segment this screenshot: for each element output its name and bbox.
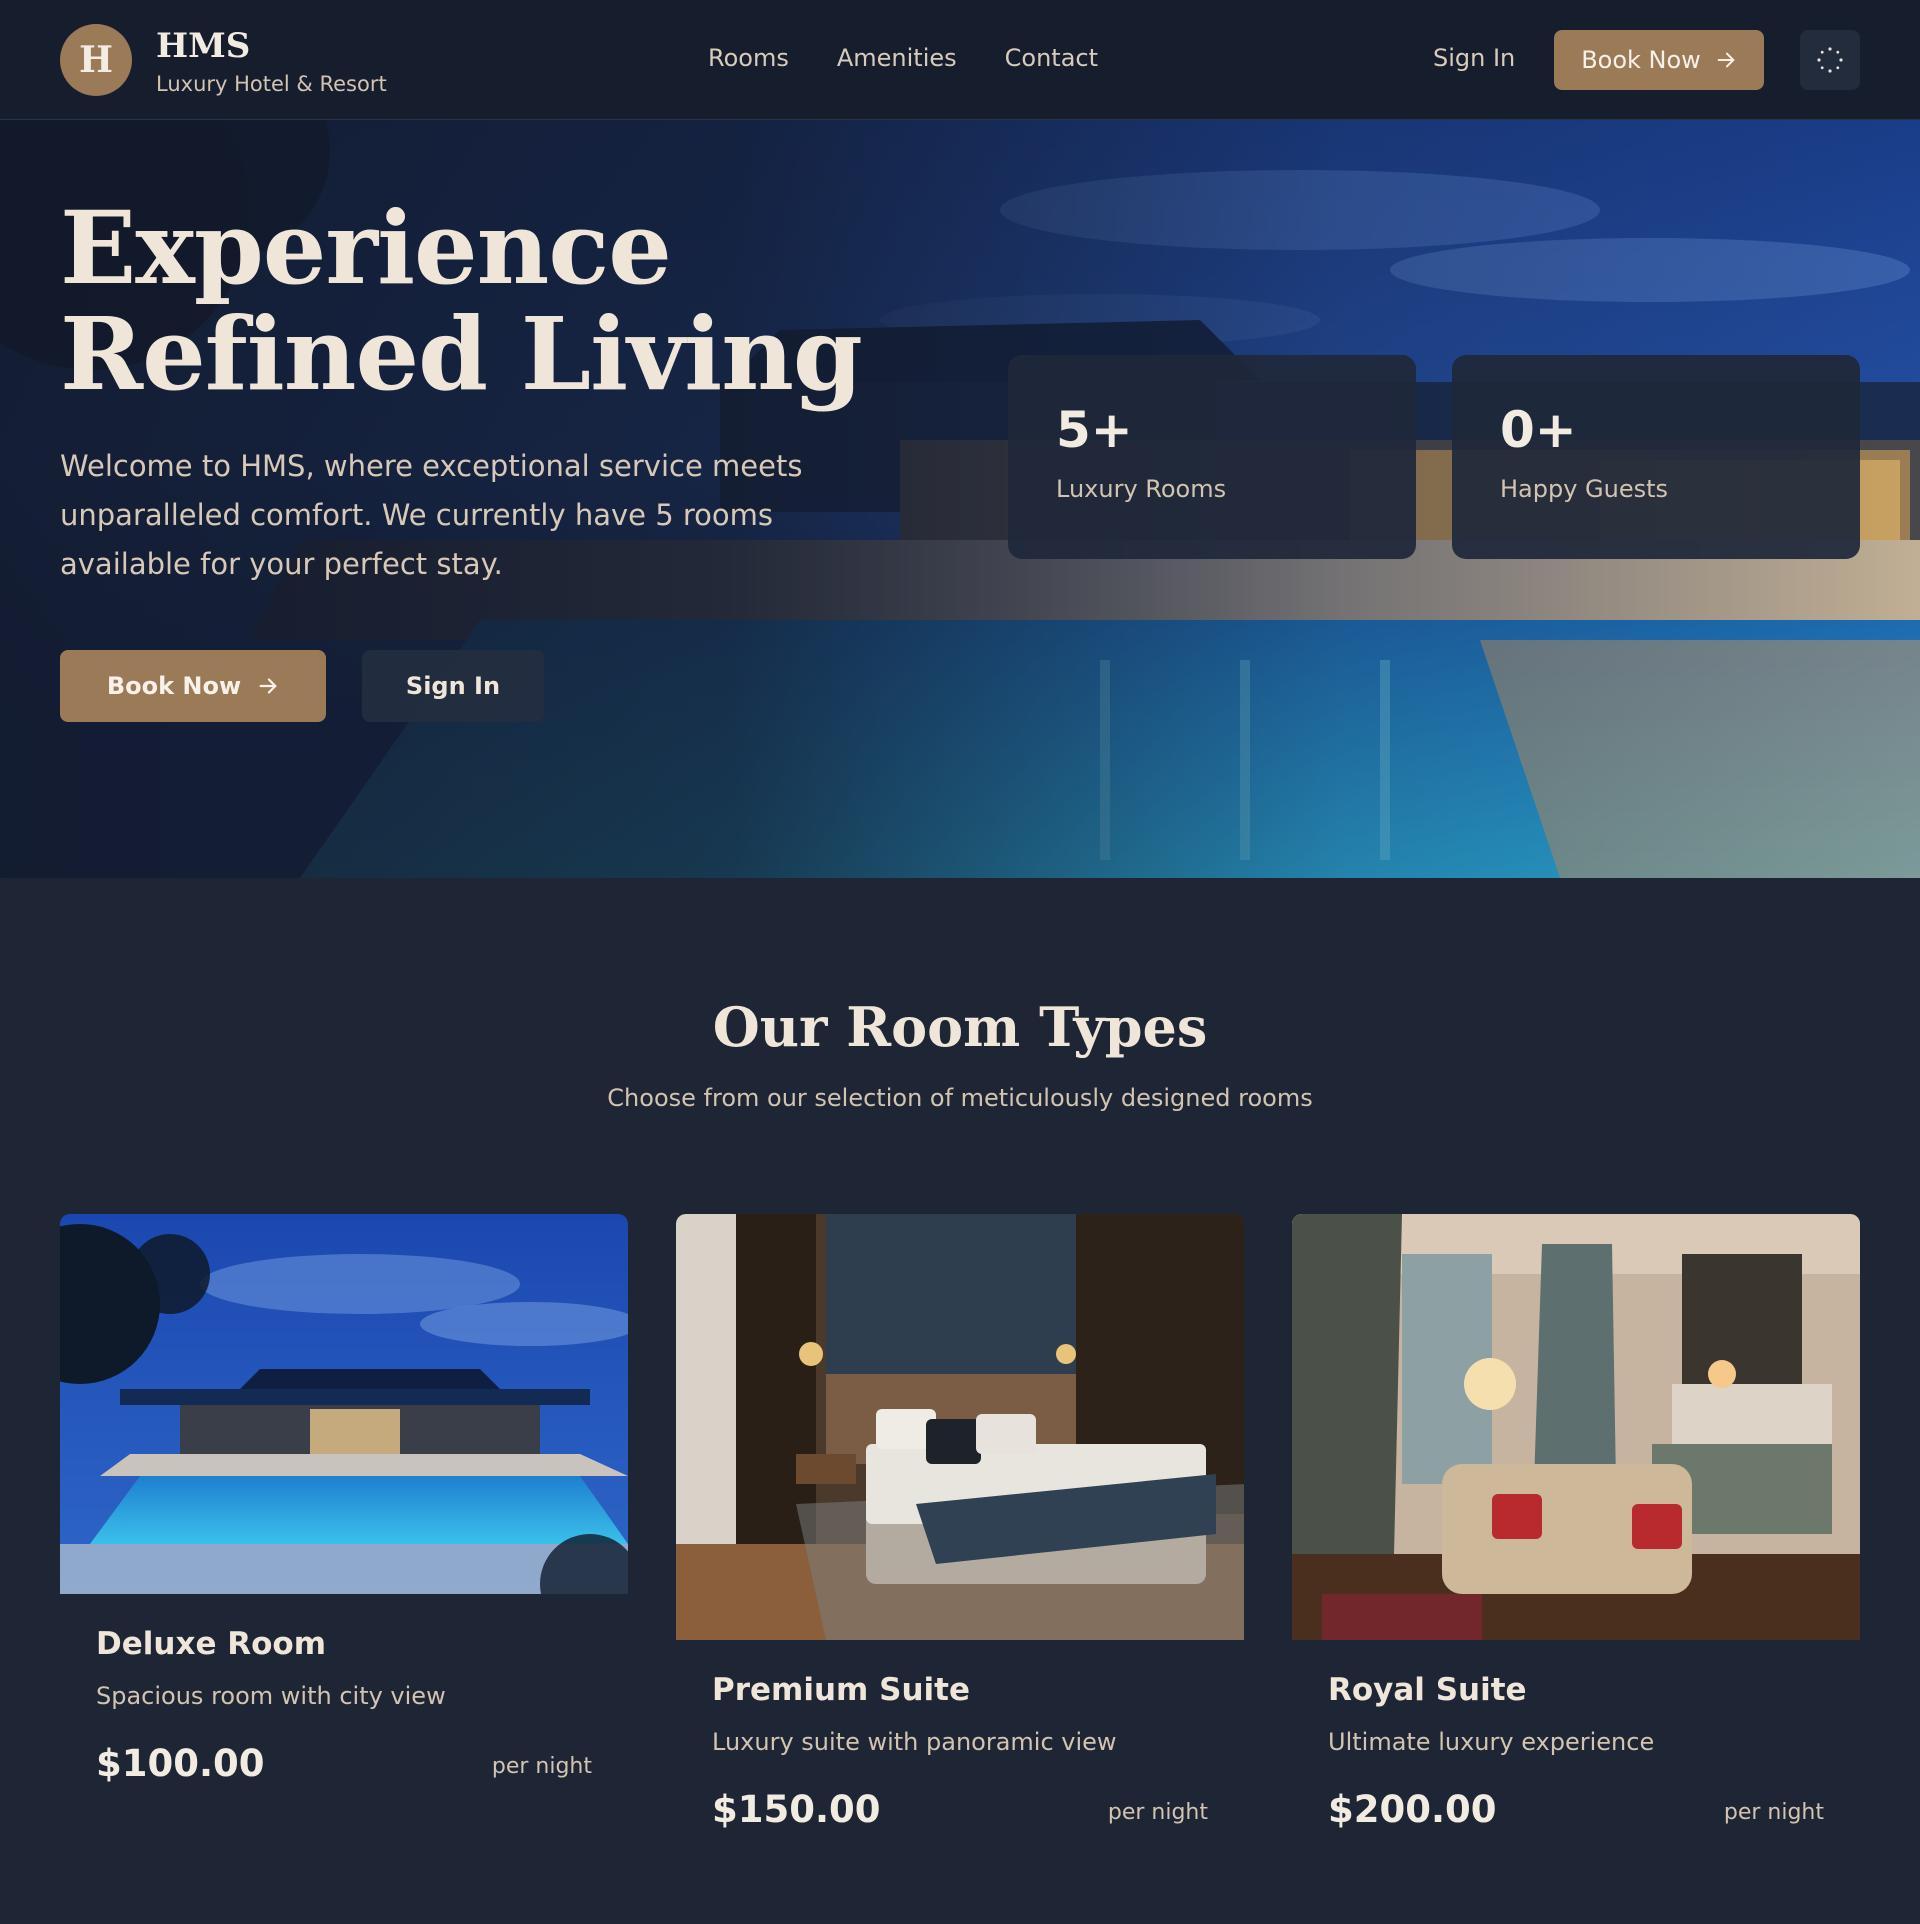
room-image-suite (1292, 1214, 1860, 1640)
room-card-deluxe[interactable]: Deluxe Room Spacious room with city view… (60, 1214, 628, 1814)
header-book-now-button[interactable]: Book Now (1554, 30, 1764, 90)
site-header: H HMS Luxury Hotel & Resort Rooms Amenit… (0, 0, 1920, 120)
room-card-body: Royal Suite Ultimate luxury experience $… (1292, 1640, 1860, 1860)
hero-description: Welcome to HMS, where exceptional servic… (60, 449, 803, 581)
logo-letter: H (78, 39, 113, 81)
nav-item-rooms[interactable]: Rooms (708, 44, 789, 72)
header-book-now-label: Book Now (1581, 46, 1701, 74)
hero-book-now-button[interactable]: Book Now (60, 650, 326, 722)
header-sign-in-link[interactable]: Sign In (1433, 44, 1515, 72)
room-description: Luxury suite with panoramic view (712, 1728, 1117, 1756)
arrow-right-icon (1717, 52, 1735, 68)
stat-label: Luxury Rooms (1056, 475, 1227, 503)
section-subtitle: Choose from our selection of meticulousl… (607, 1084, 1313, 1112)
room-card-royal[interactable]: Royal Suite Ultimate luxury experience $… (1292, 1214, 1860, 1860)
room-description: Ultimate luxury experience (1328, 1728, 1655, 1756)
room-price-unit: per night (1723, 1800, 1824, 1825)
hero-section: Experience Refined Living Welcome to HMS… (0, 120, 1920, 878)
room-name: Royal Suite (1328, 1672, 1527, 1708)
room-name: Deluxe Room (96, 1626, 327, 1662)
brand-tagline: Luxury Hotel & Resort (156, 72, 387, 96)
room-price: $150.00 (712, 1788, 881, 1831)
brand-name[interactable]: HMS (156, 26, 250, 66)
theme-toggle-button[interactable] (1800, 30, 1860, 90)
section-title: Our Room Types (712, 995, 1208, 1059)
room-card-body: Premium Suite Luxury suite with panorami… (676, 1640, 1244, 1860)
hero-sign-in-button[interactable]: Sign In (362, 650, 544, 722)
nav-item-contact[interactable]: Contact (1005, 44, 1098, 72)
loader-icon (1817, 47, 1843, 73)
room-image-bedroom (676, 1214, 1244, 1640)
room-price: $200.00 (1328, 1788, 1497, 1831)
stat-value: 0+ (1500, 401, 1577, 459)
hero-book-now-label: Book Now (106, 672, 242, 700)
hero-sign-in-label: Sign In (405, 672, 501, 700)
room-price: $100.00 (96, 1742, 265, 1785)
stat-value: 5+ (1056, 401, 1133, 459)
nav-item-amenities[interactable]: Amenities (837, 44, 957, 72)
hero-title: Experience Refined Living (60, 195, 960, 407)
room-card-body: Deluxe Room Spacious room with city view… (60, 1594, 628, 1814)
room-price-unit: per night (491, 1754, 592, 1779)
hero-title-line2: Refined Living (60, 295, 863, 413)
main-nav: Rooms Amenities Contact (708, 44, 1098, 72)
room-card-premium[interactable]: Premium Suite Luxury suite with panorami… (676, 1214, 1244, 1860)
room-description: Spacious room with city view (96, 1682, 446, 1710)
hero-title-line1: Experience (60, 189, 672, 307)
stat-card-guests: 0+ Happy Guests (1452, 355, 1860, 559)
room-price-unit: per night (1107, 1800, 1208, 1825)
room-image-pool (60, 1214, 628, 1594)
stat-label: Happy Guests (1500, 475, 1669, 503)
arrow-right-icon (259, 678, 277, 694)
logo-icon[interactable]: H (60, 24, 132, 96)
stat-card-rooms: 5+ Luxury Rooms (1008, 355, 1416, 559)
room-name: Premium Suite (712, 1672, 970, 1708)
